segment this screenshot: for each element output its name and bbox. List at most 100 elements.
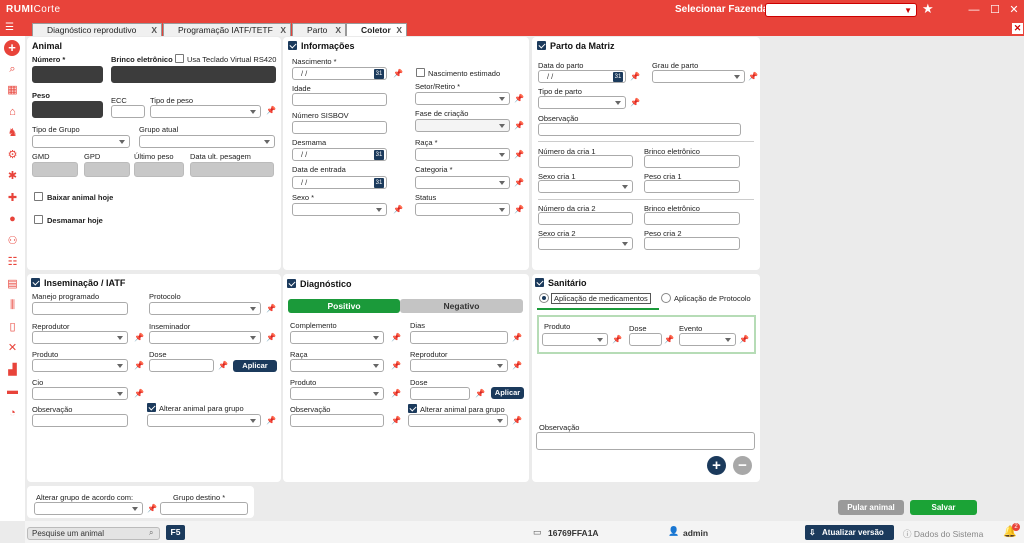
medicamentos-label[interactable]: Aplicação de medicamentos — [551, 293, 651, 304]
farm-icon[interactable]: ⌂ — [5, 105, 20, 119]
positivo-button[interactable]: Positivo — [288, 299, 400, 313]
add-row-button[interactable]: + — [707, 456, 726, 475]
raca-select[interactable] — [415, 148, 510, 161]
evento-select[interactable] — [679, 333, 736, 346]
negativo-button[interactable]: Negativo — [400, 299, 523, 313]
grau-parto-select[interactable] — [652, 70, 745, 83]
pin-icon[interactable]: 📌 — [218, 361, 228, 371]
atualizar-versao-button[interactable]: ⇩ Atualizar versão — [805, 525, 894, 540]
salvar-button[interactable]: Salvar — [910, 500, 977, 515]
medicamentos-radio[interactable] — [539, 293, 549, 303]
pin-icon[interactable]: 📌 — [147, 504, 157, 514]
informacoes-checkbox[interactable] — [288, 41, 297, 50]
calendar-icon[interactable]: 31 — [374, 69, 384, 79]
pin-icon[interactable]: 📌 — [739, 335, 749, 345]
reprodutor-select[interactable] — [410, 359, 508, 372]
nascimento-input[interactable]: / / — [292, 67, 387, 80]
baixar-animal-checkbox[interactable] — [34, 192, 43, 201]
maximize-icon[interactable]: ☐ — [987, 2, 1003, 18]
close-icon[interactable]: ✕ — [1006, 2, 1022, 18]
add-icon[interactable]: + — [4, 40, 20, 56]
pular-animal-button[interactable]: Pular animal — [838, 500, 904, 515]
tractor-icon[interactable]: ⚇ — [5, 234, 20, 248]
pin-icon[interactable]: 📌 — [514, 94, 524, 104]
produto-select[interactable] — [290, 387, 384, 400]
tab-parto[interactable]: Parto X — [292, 23, 346, 36]
dose-input[interactable] — [149, 359, 214, 372]
pin-icon[interactable]: 📌 — [630, 72, 640, 82]
aplicar-button[interactable]: Aplicar — [491, 387, 524, 399]
reprodutor-select[interactable] — [32, 331, 128, 344]
minimize-icon[interactable]: — — [966, 2, 982, 18]
network-icon[interactable]: ✱ — [5, 169, 20, 183]
fase-select[interactable] — [415, 119, 510, 132]
alterar-grupo-checkbox[interactable] — [147, 403, 156, 412]
menu-icon[interactable]: ☰ — [5, 22, 14, 33]
inseminacao-checkbox[interactable] — [31, 278, 40, 287]
close-tab-icon[interactable]: ✕ — [1012, 23, 1023, 34]
manejo-input[interactable] — [32, 302, 128, 315]
document-icon[interactable]: ▯ — [5, 320, 20, 334]
pin-icon[interactable]: 📌 — [475, 389, 485, 399]
pin-icon[interactable]: 📌 — [512, 333, 522, 343]
dose-input[interactable] — [629, 333, 662, 346]
alterar-grupo-checkbox[interactable] — [408, 404, 417, 413]
peso-input[interactable] — [32, 101, 103, 118]
protocolo-radio[interactable] — [661, 293, 671, 303]
protocolo-select[interactable] — [149, 302, 261, 315]
pin-icon[interactable]: 📌 — [266, 333, 276, 343]
calendar-icon[interactable]: 31 — [374, 150, 384, 160]
nascimento-estimado-checkbox[interactable] — [416, 68, 425, 77]
observacao-input[interactable] — [536, 432, 755, 450]
dados-sistema-link[interactable]: ⓘ Dados do Sistema — [903, 528, 983, 540]
observacao-input[interactable] — [538, 123, 741, 136]
pin-icon[interactable]: 📌 — [630, 98, 640, 108]
tools-icon[interactable]: ✕ — [5, 341, 20, 355]
farm-select[interactable]: ▼ — [765, 3, 917, 17]
sexo-select[interactable] — [292, 203, 387, 216]
grupo-destino-input[interactable] — [160, 502, 248, 515]
pin-icon[interactable]: 📌 — [514, 150, 524, 160]
pin-icon[interactable]: 📌 — [266, 106, 276, 116]
cio-select[interactable] — [32, 387, 128, 400]
pin-icon[interactable]: 📌 — [391, 361, 401, 371]
tab-close-icon[interactable]: X — [396, 24, 402, 36]
pin-icon[interactable]: 📌 — [514, 178, 524, 188]
data-entrada-input[interactable]: / / — [292, 176, 387, 189]
pin-icon[interactable]: 📌 — [393, 205, 403, 215]
pin-icon[interactable]: 📌 — [266, 416, 276, 426]
gauge-icon[interactable]: ◔ — [5, 406, 20, 420]
peso-cria1-input[interactable] — [644, 180, 740, 193]
pin-icon[interactable]: 📌 — [391, 416, 401, 426]
calendar-icon[interactable]: 31 — [374, 178, 384, 188]
alterar-grupo-select[interactable] — [34, 502, 143, 515]
setor-select[interactable] — [415, 92, 510, 105]
gear-icon[interactable]: ⚙ — [5, 148, 20, 162]
observacao-input[interactable] — [290, 414, 384, 427]
categoria-select[interactable] — [415, 176, 510, 189]
alterar-grupo-select[interactable] — [147, 414, 261, 427]
pin-icon[interactable]: 📌 — [391, 333, 401, 343]
idade-input[interactable] — [292, 93, 387, 106]
f5-button[interactable]: F5 — [166, 525, 185, 540]
grupo-atual-select[interactable] — [139, 135, 275, 148]
sisbov-input[interactable] — [292, 121, 387, 134]
status-select[interactable] — [415, 203, 510, 216]
pin-icon[interactable]: 📌 — [512, 416, 522, 426]
pin-icon[interactable]: 📌 — [664, 335, 674, 345]
pin-icon[interactable]: 📌 — [393, 69, 403, 79]
dose-input[interactable] — [410, 387, 470, 400]
raca-select[interactable] — [290, 359, 384, 372]
calculator-icon[interactable]: ▤ — [5, 277, 20, 291]
search-icon[interactable]: ⌕ — [149, 528, 153, 538]
desmama-input[interactable]: / / — [292, 148, 387, 161]
complemento-select[interactable] — [290, 331, 384, 344]
sanitario-checkbox[interactable] — [535, 278, 544, 287]
remove-row-button[interactable]: − — [733, 456, 752, 475]
diagnostico-checkbox[interactable] — [287, 279, 296, 288]
numero-input[interactable] — [32, 66, 103, 83]
pin-icon[interactable]: 📌 — [134, 333, 144, 343]
search-icon[interactable]: ⌕ — [5, 62, 20, 76]
star-icon[interactable]: ★ — [922, 1, 934, 17]
apple-icon[interactable]: ● — [5, 212, 20, 226]
